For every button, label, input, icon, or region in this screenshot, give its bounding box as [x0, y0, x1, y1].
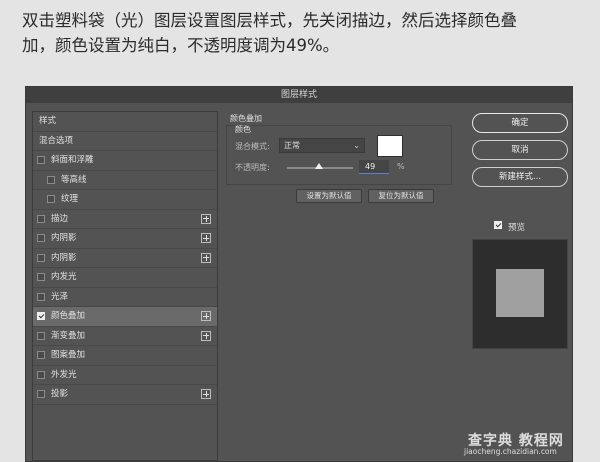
style-item-label: 内发光	[51, 272, 77, 282]
make-default-button[interactable]: 设置为默认值	[296, 189, 362, 203]
dialog-actions: 确定 取消 新建样式... 预览	[472, 111, 572, 461]
add-effect-icon[interactable]	[201, 233, 211, 243]
cancel-button[interactable]: 取消	[472, 140, 568, 160]
style-item[interactable]: 外发光	[33, 366, 217, 385]
preview-label: 预览	[508, 223, 526, 233]
style-item-label: 内阴影	[51, 233, 77, 243]
style-item[interactable]: 图案叠加	[33, 346, 217, 366]
style-checkbox[interactable]	[37, 214, 45, 223]
style-checkbox[interactable]	[37, 370, 45, 379]
style-checkbox[interactable]	[47, 175, 55, 184]
style-checkbox[interactable]	[37, 253, 45, 262]
color-group: 颜色 混合模式: 正常 ⌄ 不透明度: 49 %	[226, 124, 452, 185]
style-preview	[472, 239, 568, 349]
style-checkbox[interactable]	[37, 390, 45, 398]
style-item[interactable]: 纹理	[33, 190, 217, 210]
layer-style-dialog: 图层样式 样式 混合选项 斜面和浮雕 等高线 纹理 描边 内阴影 内阴影 内发光 光泽 颜色叠加…	[25, 86, 573, 462]
new-style-button[interactable]: 新建样式...	[472, 167, 568, 187]
preview-swatch	[496, 269, 544, 317]
ok-button[interactable]: 确定	[472, 113, 568, 133]
style-item[interactable]: 描边	[33, 210, 217, 229]
add-effect-icon[interactable]	[201, 389, 211, 399]
style-checkbox[interactable]	[47, 195, 55, 203]
style-item-label: 颜色叠加	[51, 311, 86, 321]
style-item[interactable]: 内阴影	[33, 249, 217, 268]
style-item-label: 纹理	[61, 194, 79, 204]
style-checkbox[interactable]	[37, 234, 45, 242]
add-effect-icon[interactable]	[201, 252, 211, 263]
style-item-label: 图案叠加	[51, 350, 86, 360]
opacity-input[interactable]: 49	[359, 160, 389, 174]
style-item-label: 斜面和浮雕	[51, 155, 94, 165]
caption-line-2: 加，颜色设置为纯白，不透明度调为49%。	[22, 36, 340, 55]
style-item[interactable]: 渐变叠加	[33, 327, 217, 346]
group-title: 颜色	[235, 124, 251, 135]
styles-header[interactable]: 样式	[33, 112, 217, 132]
style-item-label: 光泽	[51, 291, 69, 302]
blend-mode-value: 正常	[284, 141, 300, 150]
style-item[interactable]: 等高线	[33, 171, 217, 190]
style-item-label: 外发光	[51, 369, 77, 380]
style-checkbox[interactable]	[37, 312, 45, 320]
opacity-label: 不透明度:	[235, 163, 270, 172]
add-effect-icon[interactable]	[201, 311, 211, 321]
style-item[interactable]: 颜色叠加	[33, 307, 217, 327]
style-item-label: 描边	[51, 213, 69, 224]
style-item-label: 渐变叠加	[51, 330, 86, 341]
style-item[interactable]: 内阴影	[33, 229, 217, 249]
caption-line-1: 双击塑料袋（光）图层设置图层样式，先关闭描边，然后选择颜色叠	[22, 11, 517, 30]
reset-default-button[interactable]: 复位为默认值	[368, 189, 434, 203]
opacity-unit: %	[397, 162, 405, 171]
color-swatch[interactable]	[377, 135, 403, 157]
blend-mode-label: 混合模式:	[235, 142, 270, 151]
styles-list: 样式 混合选项 斜面和浮雕 等高线 纹理 描边 内阴影 内阴影 内发光 光泽 颜色叠加 渐变叠加图…	[32, 111, 218, 461]
style-checkbox[interactable]	[37, 331, 45, 340]
style-item[interactable]: 投影	[33, 385, 217, 405]
color-overlay-panel: 颜色叠加 颜色 混合模式: 正常 ⌄ 不透明度: 49 % 设置为默认值 复位为…	[216, 111, 462, 461]
add-effect-icon[interactable]	[201, 213, 211, 224]
blending-options-item[interactable]: 混合选项	[33, 132, 217, 151]
style-item[interactable]: 内发光	[33, 268, 217, 288]
style-item-label: 等高线	[61, 174, 87, 185]
style-checkbox[interactable]	[37, 273, 45, 281]
add-effect-icon[interactable]	[201, 330, 211, 341]
style-item[interactable]: 光泽	[33, 288, 217, 307]
watermark-url: jiaocheng.chazidian.com	[464, 447, 557, 456]
style-item-label: 投影	[51, 389, 69, 399]
chevron-down-icon: ⌄	[353, 141, 360, 150]
style-item[interactable]: 斜面和浮雕	[33, 151, 217, 171]
dialog-title: 图层样式	[26, 87, 572, 103]
watermark: 查字典 教程网 jiaocheng.chazidian.com	[456, 430, 586, 462]
style-checkbox[interactable]	[37, 156, 45, 164]
blend-mode-select[interactable]: 正常 ⌄	[279, 138, 365, 153]
style-checkbox[interactable]	[37, 351, 45, 359]
instruction-caption: 双击塑料袋（光）图层设置图层样式，先关闭描边，然后选择颜色叠 加，颜色设置为纯白…	[22, 8, 582, 58]
style-item-label: 内阴影	[51, 252, 77, 263]
section-title: 颜色叠加	[230, 114, 262, 123]
opacity-slider-thumb[interactable]	[315, 163, 324, 169]
style-checkbox[interactable]	[37, 292, 45, 301]
preview-checkbox[interactable]	[494, 221, 502, 229]
